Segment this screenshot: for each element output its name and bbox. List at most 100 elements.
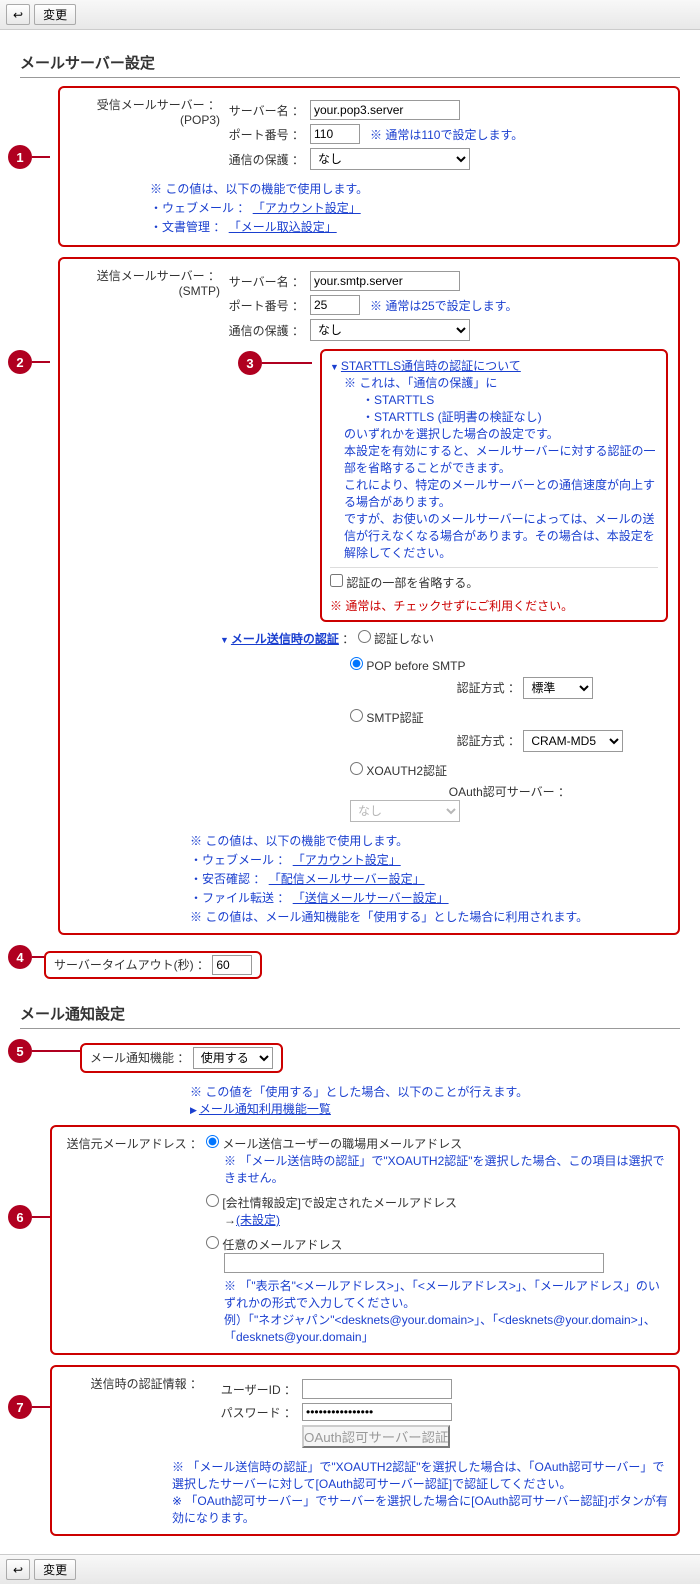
starttls-note4: これにより、特定のメールサーバーとの通信速度が向上する場合があります。	[344, 476, 658, 510]
pop3-link-account[interactable]: 「アカウント設定」	[253, 201, 361, 215]
auth-pop-method-label: 認証方式 ：	[410, 679, 520, 696]
pop3-server-input[interactable]	[310, 100, 460, 120]
starttls-note1: ※ これは、「通信の保護」に	[344, 374, 658, 391]
section-mail-server-title: メールサーバー設定	[20, 48, 680, 78]
sender-opt1-label[interactable]: メール送信ユーザーの職場用メールアドレス	[206, 1137, 462, 1151]
starttls-toggle[interactable]: STARTTLS通信時の認証について	[330, 357, 658, 374]
callout-2: 2	[8, 350, 32, 374]
pop3-settings-box: 受信メールサーバー ： (POP3) サーバー名 ： ポート番号 ： ※ 通常は…	[58, 86, 680, 247]
authinfo-user-input[interactable]	[302, 1379, 452, 1399]
auth-xoauth-server-select: なし	[350, 800, 460, 822]
pop3-subheader: (POP3)	[70, 113, 220, 127]
sender-custom-input[interactable]	[224, 1253, 604, 1273]
pop3-protect-select[interactable]: なし	[310, 148, 470, 170]
sender-opt1-note: ※ 「メール送信時の認証」で"XOAUTH2認証"を選択した場合、この項目は選択…	[224, 1152, 668, 1186]
callout-1-line	[32, 156, 50, 158]
pop3-use-note: ※ この値は、以下の機能で使用します。	[150, 180, 668, 197]
callout-3: 3	[238, 351, 262, 375]
smtp-settings-box: 送信メールサーバー ： (SMTP) サーバー名 ： ポート番号 ： ※ 通常は…	[58, 257, 680, 935]
callout-2-line	[32, 361, 50, 363]
sender-opt3-label[interactable]: 任意のメールアドレス	[206, 1238, 342, 1252]
back-button-bottom[interactable]: ↩	[6, 1559, 30, 1580]
auth-xoauth-radio[interactable]	[350, 762, 363, 775]
change-button-top[interactable]: 変更	[34, 4, 76, 25]
sender-label: 送信元メールアドレス ：	[62, 1135, 202, 1345]
smtp-port-note: ※ 通常は25で設定します。	[370, 297, 517, 314]
oauth-auth-button: OAuth認可サーバー認証	[302, 1425, 450, 1448]
timeout-box: サーバータイムアウト(秒) ：	[44, 951, 262, 979]
authinfo-pass-input[interactable]	[302, 1403, 452, 1421]
notify-link-toggle[interactable]: メール通知利用機能一覧	[190, 1100, 680, 1117]
callout-4-line	[32, 956, 44, 958]
starttls-note2: のいずれかを選択した場合の設定です。	[344, 425, 658, 442]
authinfo-note1: ※ 「メール送信時の認証」で"XOAUTH2認証"を選択した場合は、「OAuth…	[172, 1458, 668, 1492]
smtp-port-input[interactable]	[310, 295, 360, 315]
callout-6: 6	[8, 1205, 32, 1229]
mail-auth-toggle[interactable]: メール送信時の認証	[220, 632, 339, 646]
smtp-server-input[interactable]	[310, 271, 460, 291]
starttls-checkbox[interactable]	[330, 574, 343, 587]
starttls-note3: 本設定を有効にすると、メールサーバーに対する認証の一部を省略することができます。	[344, 442, 658, 476]
callout-3-line	[262, 362, 312, 364]
smtp-protect-select[interactable]: なし	[310, 319, 470, 341]
smtp-use-note: ※ この値は、以下の機能で使用します。	[190, 832, 668, 849]
sender-box: 送信元メールアドレス ： メール送信ユーザーの職場用メールアドレス ※ 「メール…	[50, 1125, 680, 1355]
smtp-link-safety[interactable]: 「配信メールサーバー設定」	[269, 872, 425, 886]
pop3-link-mailimport[interactable]: 「メール取込設定」	[229, 220, 337, 234]
timeout-label: サーバータイムアウト(秒) ：	[54, 958, 209, 972]
auth-pop-method-select[interactable]: 標準	[523, 677, 593, 699]
auth-smtp-label[interactable]: SMTP認証	[350, 711, 424, 725]
smtp-link3-prefix: ・ファイル転送 ：	[190, 891, 289, 905]
auth-none-radio[interactable]	[358, 630, 371, 643]
pop3-link1-prefix: ・ウェブメール ：	[150, 201, 249, 215]
authinfo-label: 送信時の認証情報 ：	[62, 1375, 202, 1452]
toolbar-bottom: ↩ 変更	[0, 1554, 700, 1584]
smtp-subheader: (SMTP)	[70, 284, 220, 298]
starttls-opt1: ・STARTTLS	[362, 391, 658, 408]
authinfo-box: 送信時の認証情報 ： ユーザーID ： パスワード ： OAuth認可サーバー認…	[50, 1365, 680, 1536]
pop3-port-note: ※ 通常は110で設定します。	[370, 126, 523, 143]
back-button[interactable]: ↩	[6, 4, 30, 25]
toolbar-top: ↩ 変更	[0, 0, 700, 30]
sender-opt2-link[interactable]: (未設定)	[236, 1213, 280, 1227]
callout-4: 4	[8, 945, 32, 969]
change-button-bottom[interactable]: 変更	[34, 1559, 76, 1580]
smtp-link-account[interactable]: 「アカウント設定」	[293, 853, 401, 867]
starttls-box: STARTTLS通信時の認証について ※ これは、「通信の保護」に ・START…	[320, 349, 668, 622]
smtp-protect-label: 通信の保護 ：	[220, 322, 310, 339]
authinfo-note2: ※ 「OAuth認可サーバー」でサーバーを選択した場合に[OAuth認可サーバー…	[172, 1492, 668, 1526]
timeout-input[interactable]	[212, 955, 252, 975]
auth-xoauth-label[interactable]: XOAUTH2認証	[350, 764, 447, 778]
auth-pop-radio[interactable]	[350, 657, 363, 670]
callout-7-line	[32, 1406, 50, 1408]
smtp-header: 送信メールサーバー ：	[70, 267, 220, 284]
authinfo-pass-label: パスワード ：	[202, 1404, 302, 1421]
auth-smtp-method-select[interactable]: CRAM-MD5	[523, 730, 623, 752]
auth-smtp-radio[interactable]	[350, 709, 363, 722]
callout-6-line	[32, 1216, 50, 1218]
starttls-checkbox-label[interactable]: 認証の一部を省略する。	[330, 576, 478, 590]
starttls-warn: ※ 通常は、チェックせずにご利用ください。	[330, 597, 658, 614]
sender-note2: 例）「"ネオジャパン"<desknets@your.domain>」、「<des…	[224, 1311, 668, 1345]
callout-7: 7	[8, 1395, 32, 1419]
sender-opt3-radio[interactable]	[206, 1236, 219, 1249]
auth-pop-label[interactable]: POP before SMTP	[350, 659, 466, 673]
pop3-server-label: サーバー名 ：	[220, 102, 310, 119]
smtp-final-note: ※ この値は、メール通知機能を「使用する」とした場合に利用されます。	[190, 908, 668, 925]
section-mail-notify-title: メール通知設定	[20, 999, 680, 1029]
callout-1: 1	[8, 145, 32, 169]
pop3-link2-prefix: ・文書管理 ：	[150, 220, 225, 234]
authinfo-user-label: ユーザーID ：	[202, 1381, 302, 1398]
callout-5: 5	[8, 1039, 32, 1063]
auth-none-label[interactable]: 認証しない	[358, 632, 434, 646]
pop3-port-input[interactable]	[310, 124, 360, 144]
sender-opt2-label[interactable]: [会社情報設定]で設定されたメールアドレス	[206, 1196, 457, 1210]
notify-select[interactable]: 使用する	[193, 1047, 273, 1069]
sender-opt2-radio[interactable]	[206, 1194, 219, 1207]
pop3-port-label: ポート番号 ：	[220, 126, 310, 143]
smtp-link-filetransfer[interactable]: 「送信メールサーバー設定」	[293, 891, 449, 905]
starttls-opt2: ・STARTTLS (証明書の検証なし)	[362, 408, 658, 425]
pop3-header: 受信メールサーバー ：	[70, 96, 220, 113]
sender-opt1-radio[interactable]	[206, 1135, 219, 1148]
sender-opt2-arrow: →	[224, 1213, 236, 1227]
